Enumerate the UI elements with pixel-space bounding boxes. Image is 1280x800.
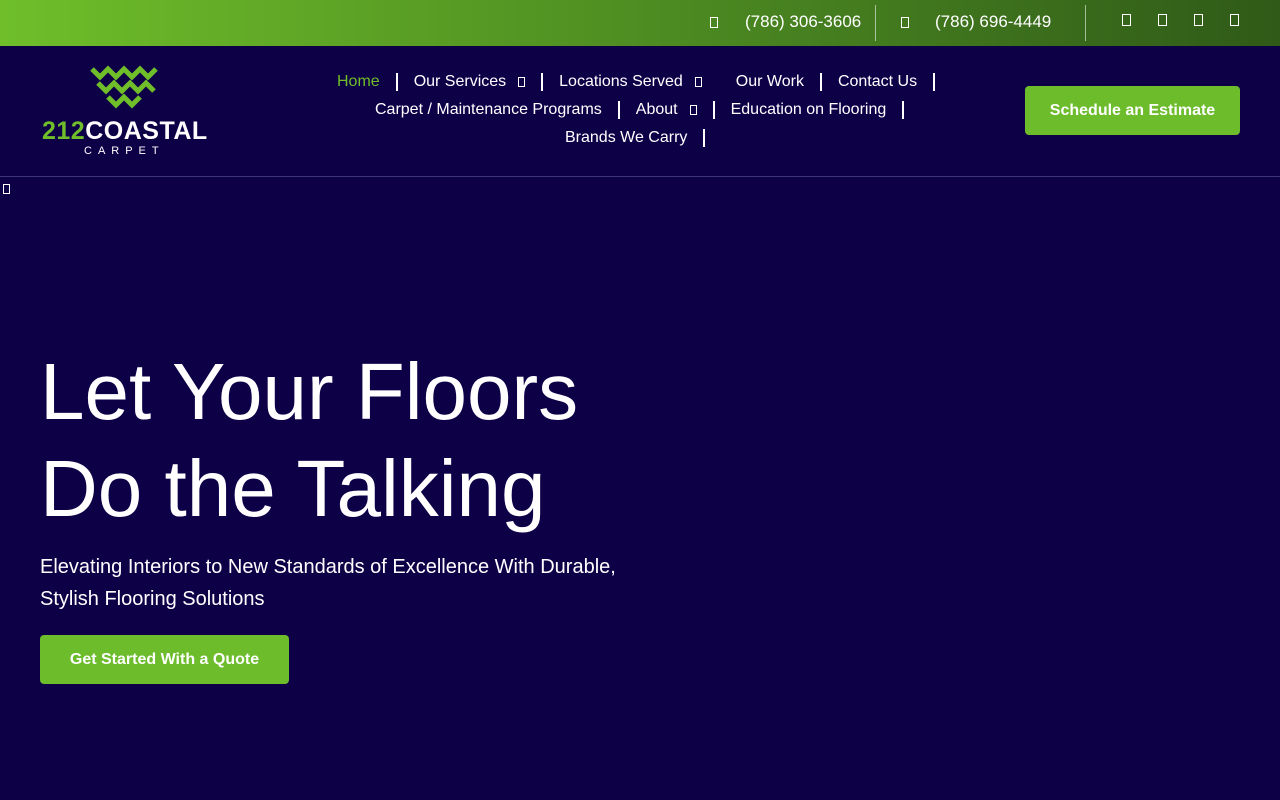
nav-item-our-services[interactable]: Our Services	[413, 73, 526, 91]
nav-item-label: About	[635, 101, 678, 118]
hero-title: Let Your Floors Do the Talking	[40, 343, 578, 537]
nav-divider	[395, 73, 398, 91]
phone-link-2[interactable]: (786) 696-4449	[935, 12, 1051, 32]
nav-item-contact-us[interactable]: Contact Us	[838, 73, 917, 91]
nav-item-education[interactable]: Education on Flooring	[731, 101, 887, 119]
phone-icon	[710, 17, 718, 28]
get-quote-button[interactable]: Get Started With a Quote	[40, 635, 289, 684]
nav-divider	[703, 129, 706, 147]
nav-row-2: Carpet / Maintenance Programs About Educ…	[375, 98, 920, 122]
nav-item-label: Education on Flooring	[730, 101, 887, 118]
nav-row-3: Brands We Carry	[565, 126, 721, 150]
nav-divider	[541, 73, 544, 91]
nav-divider	[712, 101, 715, 119]
youtube-icon[interactable]	[1230, 14, 1239, 26]
nav-item-label: Home	[337, 73, 380, 90]
divider	[875, 5, 876, 41]
nav-item-label: Contact Us	[837, 73, 918, 90]
hero-title-line-1: Let Your Floors	[40, 347, 579, 436]
facebook-icon[interactable]	[1122, 14, 1131, 26]
logo-name: COASTAL	[85, 117, 208, 145]
nav-item-about[interactable]: About	[636, 101, 697, 119]
company-logo[interactable]: 212COASTAL CARPET	[42, 63, 210, 159]
chevron-down-icon	[694, 77, 702, 87]
nav-divider	[718, 73, 720, 91]
logo-subtitle: CARPET	[84, 145, 165, 157]
nav-item-label: Brands We Carry	[565, 129, 688, 146]
nav-item-locations-served[interactable]: Locations Served	[559, 73, 702, 91]
nav-item-label: Our Services	[413, 73, 507, 90]
broken-image-icon	[3, 184, 10, 194]
instagram-icon[interactable]	[1158, 14, 1167, 26]
phone-icon	[901, 17, 909, 28]
logo-wave-icon	[90, 65, 158, 109]
chevron-down-icon	[689, 105, 697, 115]
nav-divider	[819, 73, 822, 91]
nav-item-brands[interactable]: Brands We Carry	[565, 129, 687, 147]
nav-item-label: Our Work	[735, 73, 804, 90]
divider	[1085, 5, 1086, 41]
logo-wordmark: 212COASTAL	[42, 117, 208, 146]
nav-item-label: Locations Served	[559, 73, 683, 90]
nav-item-maintenance-programs[interactable]: Carpet / Maintenance Programs	[375, 101, 602, 119]
chevron-down-icon	[518, 77, 526, 87]
top-contact-bar: (786) 306-3606 (786) 696-4449	[0, 0, 1280, 46]
nav-item-our-work[interactable]: Our Work	[736, 73, 804, 91]
nav-item-label: Carpet / Maintenance Programs	[375, 101, 602, 118]
nav-item-home[interactable]: Home	[337, 73, 380, 91]
nav-divider	[933, 73, 936, 91]
nav-divider	[902, 101, 905, 119]
hero-subtitle: Elevating Interiors to New Standards of …	[40, 556, 616, 610]
hero-title-line-2: Do the Talking	[40, 444, 546, 533]
linkedin-icon[interactable]	[1194, 14, 1203, 26]
schedule-estimate-button[interactable]: Schedule an Estimate	[1025, 86, 1240, 135]
logo-number: 212	[42, 117, 86, 145]
nav-row-1: Home Our Services Locations Served Our W…	[337, 70, 951, 94]
site-header: 212COASTAL CARPET Home Our Services Loca…	[0, 46, 1280, 177]
phone-link-1[interactable]: (786) 306-3606	[745, 12, 861, 32]
nav-divider	[617, 101, 620, 119]
